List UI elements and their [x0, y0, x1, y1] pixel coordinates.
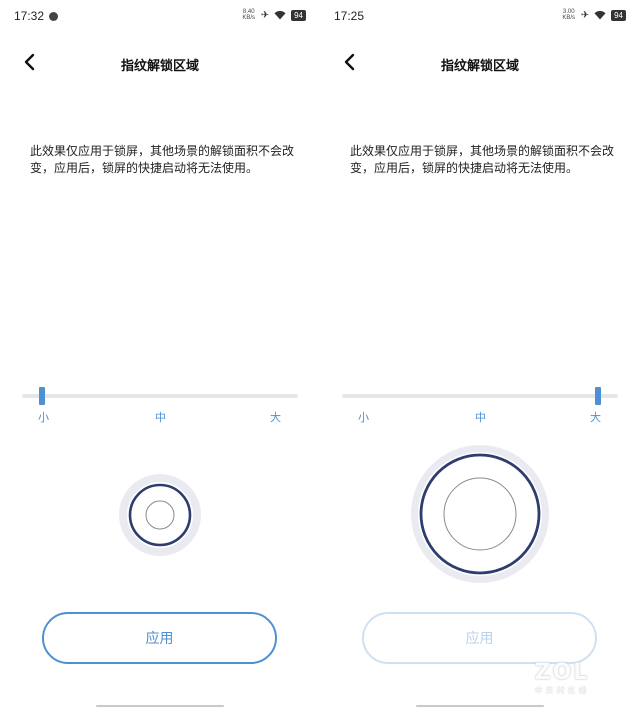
zol-watermark: ZOL 中关村在线 [522, 660, 602, 700]
fingerprint-area-preview [0, 470, 320, 560]
screen-small-area: 17:32 8.40 KB/s ✈ 94 指纹解锁区域 此效果仅应用于锁屏，其他… [0, 0, 320, 711]
airplane-icon: ✈ [260, 9, 270, 21]
wifi-icon [274, 11, 286, 20]
notification-icon [49, 12, 58, 21]
nav-bar: 指纹解锁区域 [320, 46, 640, 80]
slider-track[interactable] [22, 394, 298, 398]
fingerprint-ring-icon [411, 445, 549, 583]
slider-label-medium[interactable]: 中 [475, 409, 486, 425]
nav-bar: 指纹解锁区域 [0, 46, 320, 80]
slider-label-large[interactable]: 大 [590, 409, 601, 425]
status-bar: 17:25 3.00 KB/s ✈ 94 [320, 0, 640, 34]
battery-icon: 94 [611, 9, 626, 21]
description-text: 此效果仅应用于锁屏，其他场景的解锁面积不会改变，应用后，锁屏的快捷启动将无法使用… [30, 144, 295, 175]
slider-label-small[interactable]: 小 [38, 409, 49, 425]
watermark-logo: ZOL [534, 660, 590, 685]
slider-label-large[interactable]: 大 [270, 409, 281, 425]
slider-thumb[interactable] [595, 387, 601, 405]
page-title: 指纹解锁区域 [440, 58, 519, 73]
status-time: 17:32 [14, 9, 45, 23]
slider-thumb[interactable] [39, 387, 45, 405]
slider-label-medium[interactable]: 中 [155, 409, 166, 425]
battery-icon: 94 [291, 9, 306, 21]
apply-button[interactable]: 应用 [362, 612, 597, 664]
wifi-icon [594, 11, 606, 20]
status-time: 17:25 [334, 9, 365, 23]
fingerprint-ring-icon [119, 474, 201, 556]
description-text: 此效果仅应用于锁屏，其他场景的解锁面积不会改变，应用后，锁屏的快捷启动将无法使用… [350, 144, 615, 175]
status-bar: 17:32 8.40 KB/s ✈ 94 [0, 0, 320, 34]
net-speed: 8.40 KB/s [242, 9, 256, 21]
screen-large-area: 17:25 3.00 KB/s ✈ 94 指纹解锁区域 此效果仅应用于锁屏，其他… [320, 0, 640, 711]
airplane-icon: ✈ [580, 9, 590, 21]
size-slider[interactable] [22, 385, 298, 407]
watermark-subtitle: 中关村在线 [534, 686, 590, 695]
slider-label-small[interactable]: 小 [358, 409, 369, 425]
fingerprint-area-preview [320, 444, 640, 584]
size-slider[interactable] [342, 385, 618, 407]
home-indicator[interactable] [416, 705, 544, 707]
page-title: 指纹解锁区域 [120, 58, 199, 73]
apply-button[interactable]: 应用 [42, 612, 277, 664]
slider-track[interactable] [342, 394, 618, 398]
status-icons: 8.40 KB/s ✈ 94 [242, 9, 306, 21]
status-icons: 3.00 KB/s ✈ 94 [562, 9, 626, 21]
home-indicator[interactable] [96, 705, 224, 707]
net-speed: 3.00 KB/s [562, 9, 576, 21]
